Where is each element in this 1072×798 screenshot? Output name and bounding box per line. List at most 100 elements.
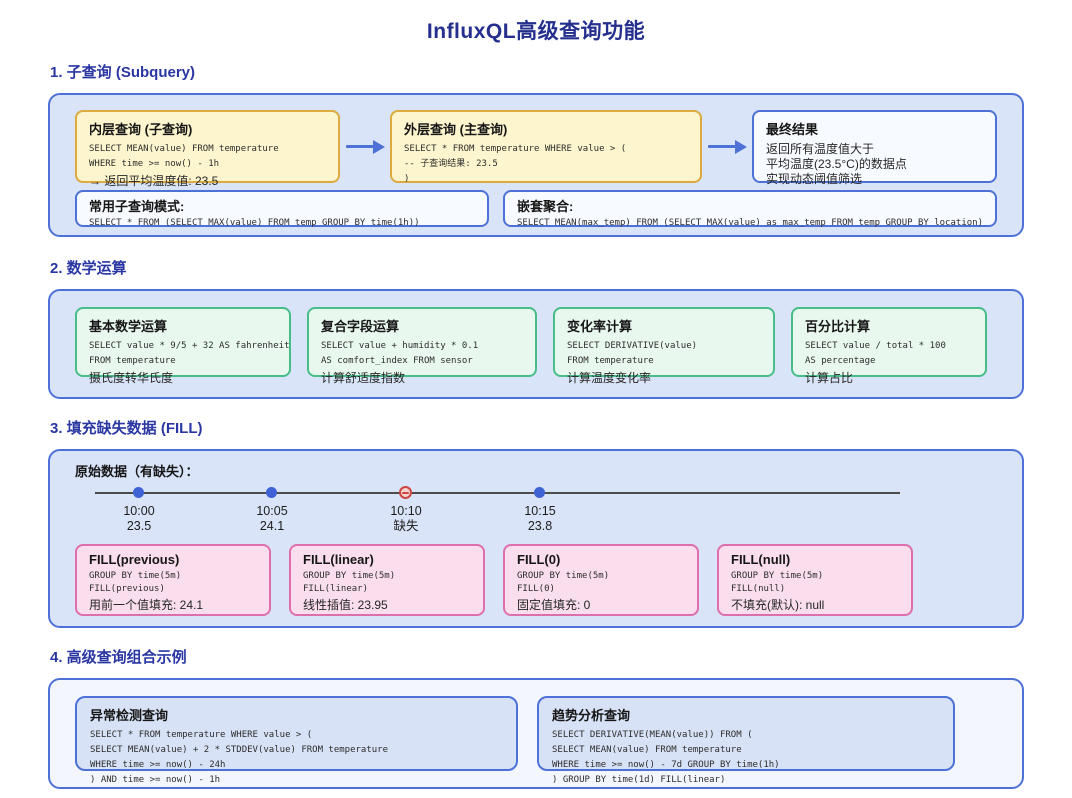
code-line: WHERE time >= now() - 24h <box>90 758 503 773</box>
fill-card-note: 不填充(默认): null <box>731 598 899 613</box>
timeline-value: 23.8 <box>524 519 555 534</box>
code-line: SELECT * FROM temperature WHERE value > … <box>90 728 503 743</box>
code-line: SELECT DERIVATIVE(MEAN(value)) FROM ( <box>552 728 940 743</box>
code-line: AS comfort_index FROM sensor <box>321 354 523 369</box>
inner-query-title: 内层查询 (子查询) <box>89 119 326 138</box>
code-line: ) AND time >= now() - 1h <box>90 773 503 788</box>
timeline-time: 10:05 <box>256 504 287 519</box>
advanced-cards-row: 异常检测查询 SELECT * FROM temperature WHERE v… <box>75 696 997 771</box>
math-panel: 基本数学运算 SELECT value * 9/5 + 32 AS fahren… <box>48 289 1024 399</box>
code-line: SELECT * FROM temperature WHERE value > … <box>404 142 688 157</box>
math-card-note: 摄氏度转华氏度 <box>89 370 277 386</box>
fill-cards-row: FILL(previous) GROUP BY time(5m) FILL(pr… <box>75 544 997 616</box>
math-card-title: 基本数学运算 <box>89 316 277 335</box>
timeline-label: 10:15 23.8 <box>524 504 555 534</box>
fill-card-linear: FILL(linear) GROUP BY time(5m) FILL(line… <box>289 544 485 616</box>
raw-data-label: 原始数据（有缺失）： <box>75 461 997 480</box>
data-point-icon <box>534 487 545 498</box>
subquery-panel: 内层查询 (子查询) SELECT MEAN(value) FROM tempe… <box>48 93 1024 237</box>
timeline-label: 10:10 缺失 <box>390 504 421 534</box>
code-line: FILL(0) <box>517 583 685 596</box>
timeline-value: 24.1 <box>256 519 287 534</box>
code-line: SELECT value * 9/5 + 32 AS fahrenheit <box>89 339 277 354</box>
timeline-time: 10:10 <box>390 504 421 519</box>
outer-query-title: 外层查询 (主查询) <box>404 119 688 138</box>
final-result-box: 最终结果 返回所有温度值大于 平均温度(23.5°C)的数据点 实现动态阈值筛选 <box>752 110 997 183</box>
nested-aggregation-title: 嵌套聚合: <box>517 196 983 215</box>
result-line: 实现动态阈值筛选 <box>766 172 983 187</box>
fill-card-note: 固定值填充: 0 <box>517 598 685 613</box>
timeline-label: 10:05 24.1 <box>256 504 287 534</box>
result-line: 返回所有温度值大于 <box>766 142 983 157</box>
timeline-value: 23.5 <box>123 519 154 534</box>
anomaly-query-title: 异常检测查询 <box>90 705 503 724</box>
arrow-shaft <box>346 145 374 148</box>
code-line: SELECT value / total * 100 <box>805 339 973 354</box>
code-line: GROUP BY time(5m) <box>731 570 899 583</box>
timeline-axis <box>95 492 900 494</box>
fill-card-null: FILL(null) GROUP BY time(5m) FILL(null) … <box>717 544 913 616</box>
trend-query-box: 趋势分析查询 SELECT DERIVATIVE(MEAN(value)) FR… <box>537 696 955 771</box>
subquery-flow-row: 内层查询 (子查询) SELECT MEAN(value) FROM tempe… <box>75 110 997 183</box>
code-line: SELECT value + humidity * 0.1 <box>321 339 523 354</box>
arrow-right-icon <box>340 110 390 183</box>
page: InfluxQL高级查询功能 1. 子查询 (Subquery) 内层查询 (子… <box>0 0 1072 798</box>
trend-query-title: 趋势分析查询 <box>552 705 940 724</box>
fill-card-previous: FILL(previous) GROUP BY time(5m) FILL(pr… <box>75 544 271 616</box>
section-2-heading: 2. 数学运算 <box>50 257 1072 278</box>
math-card-title: 变化率计算 <box>567 316 761 335</box>
code-line: FILL(previous) <box>89 583 257 596</box>
code-line: FILL(linear) <box>303 583 471 596</box>
math-card-compound: 复合字段运算 SELECT value + humidity * 0.1 AS … <box>307 307 537 377</box>
data-point-icon <box>266 487 277 498</box>
anomaly-query-box: 异常检测查询 SELECT * FROM temperature WHERE v… <box>75 696 518 771</box>
math-cards-row: 基本数学运算 SELECT value * 9/5 + 32 AS fahren… <box>75 307 997 377</box>
fill-card-title: FILL(linear) <box>303 552 471 567</box>
code-line: FROM temperature <box>89 354 277 369</box>
code-line: GROUP BY time(5m) <box>517 570 685 583</box>
code-line: SELECT DERIVATIVE(value) <box>567 339 761 354</box>
math-card-note: 计算舒适度指数 <box>321 370 523 386</box>
code-line: SELECT MEAN(value) FROM temperature <box>89 142 326 157</box>
code-line: FILL(null) <box>731 583 899 596</box>
math-card-title: 复合字段运算 <box>321 316 523 335</box>
timeline-time: 10:00 <box>123 504 154 519</box>
code-line: ) <box>404 172 688 187</box>
code-line: SELECT MEAN(value) FROM temperature <box>552 743 940 758</box>
common-pattern-box: 常用子查询模式: SELECT * FROM (SELECT MAX(value… <box>75 190 489 227</box>
subquery-pattern-row: 常用子查询模式: SELECT * FROM (SELECT MAX(value… <box>75 190 997 227</box>
fill-card-note: 线性插值: 23.95 <box>303 598 471 613</box>
code-line: GROUP BY time(5m) <box>89 570 257 583</box>
code-line: ) GROUP BY time(1d) FILL(linear) <box>552 773 940 788</box>
math-card-title: 百分比计算 <box>805 316 973 335</box>
code-line: AS percentage <box>805 354 973 369</box>
code-line: WHERE time >= now() - 1h <box>89 157 326 172</box>
math-card-note: 计算占比 <box>805 370 973 386</box>
math-card-basic: 基本数学运算 SELECT value * 9/5 + 32 AS fahren… <box>75 307 291 377</box>
code-line: SELECT MEAN(max_temp) FROM (SELECT MAX(v… <box>517 216 983 231</box>
fill-card-title: FILL(null) <box>731 552 899 567</box>
code-line: WHERE time >= now() - 7d GROUP BY time(1… <box>552 758 940 773</box>
arrow-right-icon <box>702 110 752 183</box>
section-4-heading: 4. 高级查询组合示例 <box>50 646 1072 667</box>
timeline-time: 10:15 <box>524 504 555 519</box>
inner-query-box: 内层查询 (子查询) SELECT MEAN(value) FROM tempe… <box>75 110 340 183</box>
final-result-title: 最终结果 <box>766 119 983 138</box>
code-line: GROUP BY time(5m) <box>303 570 471 583</box>
data-point-icon <box>133 487 144 498</box>
fill-card-zero: FILL(0) GROUP BY time(5m) FILL(0) 固定值填充:… <box>503 544 699 616</box>
common-pattern-title: 常用子查询模式: <box>89 196 475 215</box>
code-line: FROM temperature <box>567 354 761 369</box>
advanced-panel: 异常检测查询 SELECT * FROM temperature WHERE v… <box>48 678 1024 789</box>
math-card-note: 计算温度变化率 <box>567 370 761 386</box>
fill-card-title: FILL(0) <box>517 552 685 567</box>
arrow-shaft <box>708 145 736 148</box>
section-1-heading: 1. 子查询 (Subquery) <box>50 61 1072 82</box>
code-line: SELECT * FROM (SELECT MAX(value) FROM te… <box>89 216 475 231</box>
fill-panel: 原始数据（有缺失）： 10:00 23.5 10:05 24.1 10:10 缺… <box>48 449 1024 628</box>
timeline-value: 缺失 <box>390 519 421 534</box>
nested-aggregation-box: 嵌套聚合: SELECT MEAN(max_temp) FROM (SELECT… <box>503 190 997 227</box>
fill-card-note: 用前一个值填充: 24.1 <box>89 598 257 613</box>
fill-card-title: FILL(previous) <box>89 552 257 567</box>
code-line: SELECT MEAN(value) + 2 * STDDEV(value) F… <box>90 743 503 758</box>
